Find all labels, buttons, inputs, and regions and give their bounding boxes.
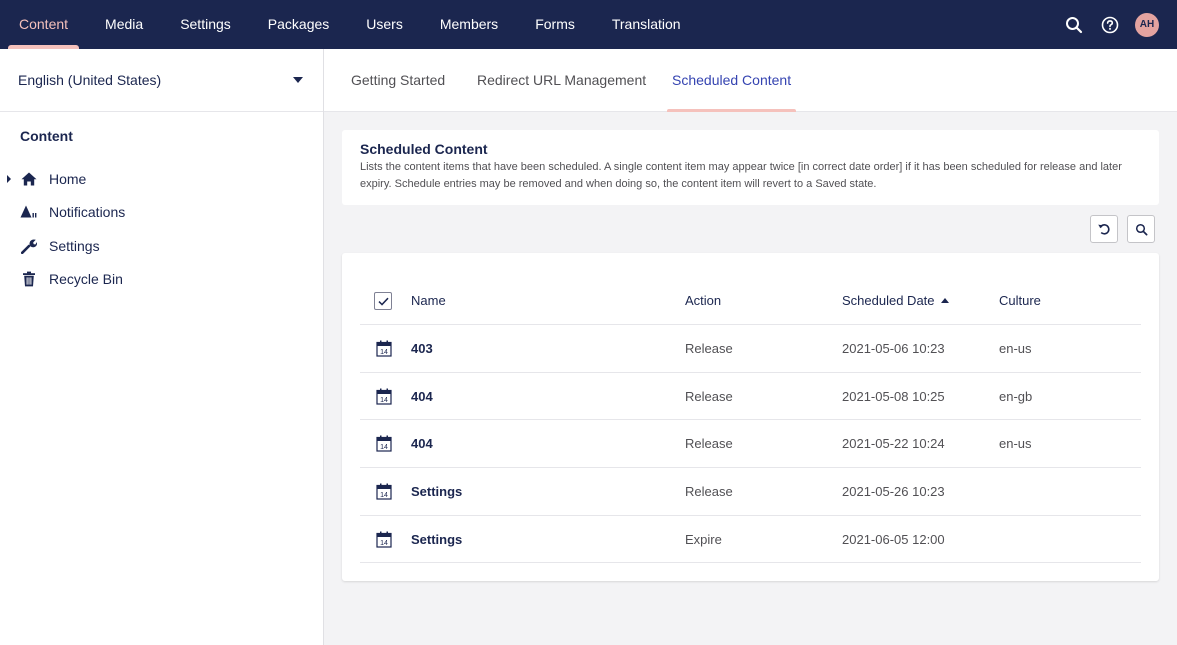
nav-item-settings[interactable]: Settings: [162, 0, 250, 49]
nav-item-media[interactable]: Media: [87, 0, 162, 49]
nav-item-translation[interactable]: Translation: [593, 0, 699, 49]
row-scheduled-date: 2021-06-05 12:00: [842, 531, 945, 547]
tree-item-settings[interactable]: Settings: [0, 229, 323, 263]
tree-item-recycle-bin[interactable]: Recycle Bin: [0, 263, 323, 297]
column-header-action[interactable]: Action: [685, 277, 721, 325]
nav-item-members[interactable]: Members: [421, 0, 516, 49]
table-header: Name Action Scheduled Date Culture: [360, 277, 1141, 325]
nav-item-forms[interactable]: Forms: [517, 0, 594, 49]
content-tree: Home Notifications Settings Recycle Bin: [0, 162, 323, 296]
expand-arrow-icon[interactable]: [7, 175, 11, 183]
table-row[interactable]: 14 404 Release 2021-05-08 10:25 en-gb: [360, 373, 1141, 421]
nav-item-users[interactable]: Users: [348, 0, 422, 49]
dashboard-tabs: Getting Started Redirect URL Management …: [324, 49, 1177, 112]
calendar-icon: 14: [376, 483, 392, 500]
calendar-icon: 14: [376, 435, 392, 452]
svg-text:14: 14: [380, 445, 388, 452]
svg-text:14: 14: [380, 540, 388, 547]
tree-item-label: Notifications: [49, 204, 126, 221]
checkmark-icon: [377, 297, 389, 306]
language-label: English (United States): [18, 72, 162, 88]
row-name[interactable]: 404: [411, 373, 433, 420]
row-culture: en-us: [999, 436, 1032, 452]
tab-scheduled-content[interactable]: Scheduled Content: [666, 49, 797, 112]
sidebar: English (United States) Content Home Not…: [0, 49, 324, 645]
row-name[interactable]: Settings: [411, 516, 462, 563]
svg-text:14: 14: [380, 349, 388, 356]
tree-item-home[interactable]: Home: [0, 162, 323, 196]
row-action: Release: [685, 388, 733, 404]
panel-description: Lists the content items that have been s…: [360, 161, 1122, 190]
svg-text:14: 14: [380, 397, 388, 404]
top-navigation-bar: Content Media Settings Packages Users Me…: [0, 0, 1177, 49]
row-scheduled-date: 2021-05-06 10:23: [842, 341, 945, 356]
row-scheduled-date: 2021-05-26 10:23: [842, 484, 945, 500]
language-selector[interactable]: English (United States): [0, 49, 323, 112]
svg-text:14: 14: [380, 492, 388, 499]
refresh-icon: [1098, 224, 1110, 235]
tree-item-notifications[interactable]: Notifications: [0, 196, 323, 230]
column-header-label: Scheduled Date: [842, 293, 935, 308]
calendar-icon: 14: [376, 388, 392, 405]
caret-down-icon: [293, 77, 303, 83]
sidebar-title: Content: [20, 128, 73, 144]
row-action: Release: [685, 341, 733, 356]
trash-icon: [20, 270, 38, 288]
notifications-icon: [20, 203, 38, 221]
column-header-scheduled-date[interactable]: Scheduled Date: [842, 277, 949, 325]
nav-item-content[interactable]: Content: [0, 0, 87, 49]
row-name[interactable]: 403: [411, 325, 433, 372]
avatar[interactable]: AH: [1135, 12, 1159, 37]
row-action: Expire: [685, 531, 722, 547]
panel-title: Scheduled Content: [360, 141, 488, 157]
row-scheduled-date: 2021-05-08 10:25: [842, 388, 945, 404]
info-panel: Scheduled Content Lists the content item…: [342, 130, 1159, 205]
row-culture: en-gb: [999, 388, 1033, 404]
row-action: Release: [685, 484, 733, 500]
table-row[interactable]: 14 Settings Release 2021-05-26 10:23: [360, 468, 1141, 516]
table-row[interactable]: 14 404 Release 2021-05-22 10:24 en-us: [360, 420, 1141, 469]
row-action: Release: [685, 436, 733, 452]
tree-item-label: Home: [49, 170, 87, 187]
section-nav: Content Media Settings Packages Users Me…: [0, 0, 699, 49]
column-header-name[interactable]: Name: [411, 277, 446, 325]
search-button[interactable]: [1127, 215, 1155, 243]
help-icon[interactable]: [1099, 14, 1121, 36]
select-all-checkbox[interactable]: [374, 292, 392, 310]
row-culture: en-us: [999, 341, 1032, 356]
tab-redirect-url-management[interactable]: Redirect URL Management: [477, 49, 646, 112]
calendar-icon: 14: [376, 531, 392, 548]
tree-item-label: Recycle Bin: [49, 271, 123, 288]
tab-getting-started[interactable]: Getting Started: [351, 49, 445, 112]
wrench-icon: [20, 237, 38, 255]
refresh-button[interactable]: [1090, 215, 1118, 243]
tree-item-label: Settings: [49, 237, 100, 254]
search-icon: [1135, 223, 1147, 235]
table-row[interactable]: 14 Settings Expire 2021-06-05 12:00: [360, 516, 1141, 564]
home-icon: [20, 170, 38, 188]
table-row[interactable]: 14 403 Release 2021-05-06 10:23 en-us: [360, 325, 1141, 373]
row-name[interactable]: 404: [411, 420, 433, 467]
sort-ascending-icon: [940, 298, 949, 303]
nav-item-packages[interactable]: Packages: [249, 0, 347, 49]
scheduled-content-table: Name Action Scheduled Date Culture 14 40…: [342, 253, 1159, 581]
row-name[interactable]: Settings: [411, 468, 462, 515]
calendar-icon: 14: [376, 340, 392, 357]
row-scheduled-date: 2021-05-22 10:24: [842, 436, 945, 452]
column-header-culture[interactable]: Culture: [999, 277, 1041, 325]
search-icon[interactable]: [1063, 14, 1085, 36]
top-right-tools: AH: [1063, 0, 1159, 49]
